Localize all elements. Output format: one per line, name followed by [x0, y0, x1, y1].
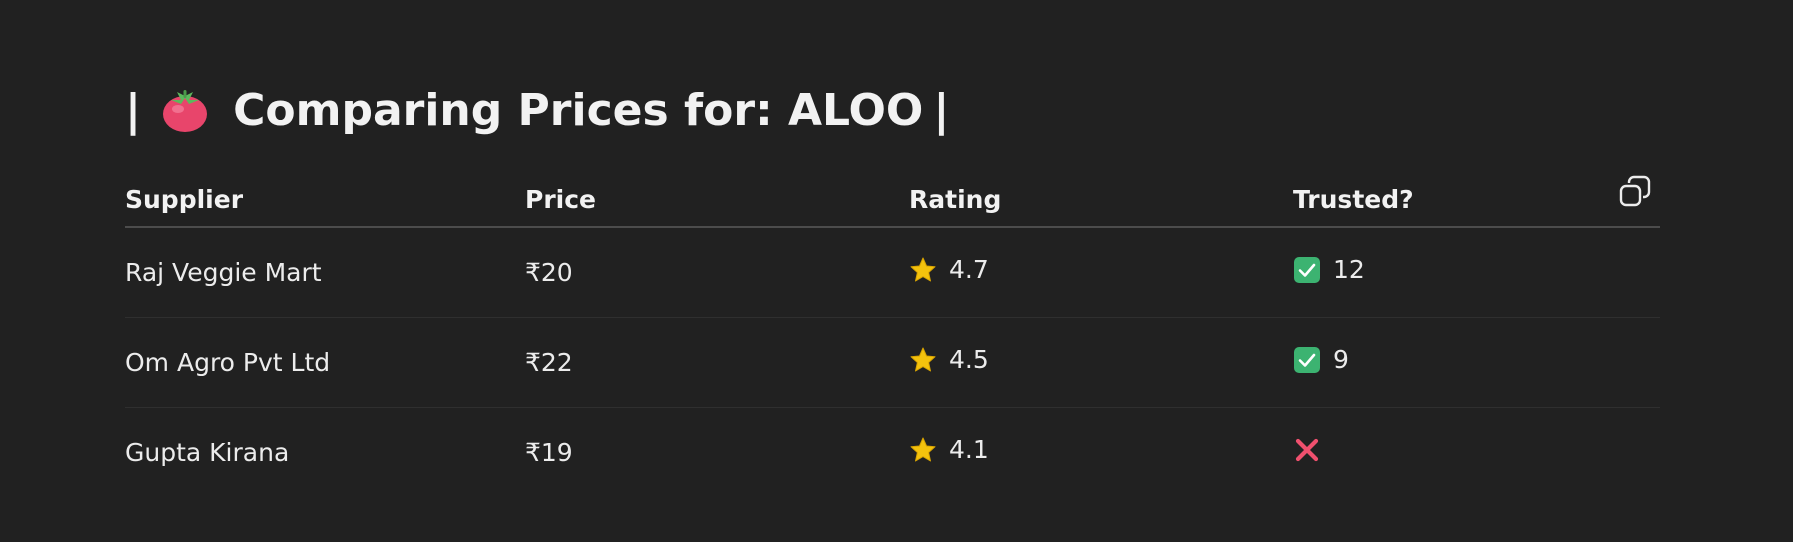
rating-cell: 4.1 [909, 408, 1293, 498]
trusted-value: 12 [1333, 255, 1365, 285]
table-header-row: Supplier Price Rating Trusted? [125, 172, 1660, 228]
price-cell: ₹22 [525, 317, 909, 408]
page-title: | Comparing Prices for: ALOO | [125, 76, 949, 144]
rating-cell: 4.5 [909, 317, 1293, 408]
price-comparison-table: Supplier Price Rating Trusted? Raj Veggi… [125, 172, 1660, 497]
table-row: Om Agro Pvt Ltd ₹22 4.5 9 [125, 317, 1660, 408]
trusted-value: 9 [1333, 345, 1349, 375]
check-icon [1293, 256, 1321, 284]
rating-value: 4.1 [949, 435, 989, 465]
price-cell: ₹19 [525, 438, 573, 467]
table-row: Raj Veggie Mart ₹20 4.7 12 [125, 227, 1660, 318]
supplier-cell: Om Agro Pvt Ltd [125, 317, 525, 408]
trusted-cell [1293, 408, 1660, 498]
supplier-cell: Raj Veggie Mart [125, 227, 525, 318]
rating-value: 4.7 [949, 255, 989, 285]
table-row: Gupta Kirana ₹19 4.1 [125, 408, 1660, 498]
star-icon [909, 256, 937, 284]
title-prefix: | [125, 84, 142, 136]
trusted-cell: 9 [1293, 317, 1660, 408]
rating-cell: 4.7 [909, 227, 1293, 318]
header-trusted: Trusted? [1293, 172, 1660, 228]
check-icon [1293, 346, 1321, 374]
tomato-icon [159, 84, 211, 136]
price-cell: ₹20 [525, 227, 909, 318]
header-rating: Rating [909, 172, 1293, 228]
header-supplier: Supplier [125, 172, 525, 228]
supplier-cell: Gupta Kirana [125, 438, 290, 467]
cross-icon [1293, 436, 1321, 464]
title-text: Comparing Prices for: ALOO [233, 84, 924, 136]
star-icon [909, 436, 937, 464]
trusted-cell: 12 [1293, 227, 1660, 318]
header-price: Price [525, 172, 909, 228]
rating-value: 4.5 [949, 345, 989, 375]
star-icon [909, 346, 937, 374]
title-suffix: | [933, 84, 950, 136]
